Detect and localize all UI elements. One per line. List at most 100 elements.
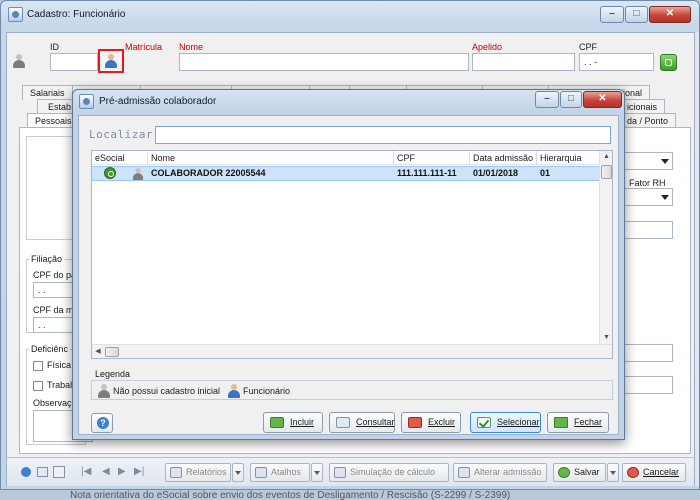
edit-icon <box>458 467 470 478</box>
col-separator[interactable] <box>147 151 148 165</box>
col-esocial[interactable]: eSocial <box>95 151 125 165</box>
simulacao-button[interactable]: Simulação de cálculo <box>329 463 449 482</box>
tab-adicionais[interactable]: icionais <box>619 99 666 114</box>
close-button[interactable]: ✕ <box>649 6 691 23</box>
dialog-body: Localizar eSocial Nome CPF Data admissão… <box>78 115 619 435</box>
salvar-dropdown[interactable] <box>607 463 619 482</box>
dialog-maximize-button[interactable]: □ <box>560 91 582 108</box>
cancelar-button[interactable]: Cancelar <box>622 463 686 482</box>
grid-horizontal-scrollbar[interactable]: ◀ <box>92 344 612 358</box>
dialog-close-button[interactable]: ✕ <box>583 91 622 108</box>
pre-admissao-dialog: Pré-admissão colaborador – □ ✕ Localizar… <box>72 89 625 440</box>
col-separator[interactable] <box>536 151 537 165</box>
id-input[interactable] <box>50 53 98 71</box>
tab-jornada-ponto[interactable]: da / Ponto <box>619 113 677 128</box>
atalhos-dropdown[interactable] <box>311 463 323 482</box>
matricula-label: Matrícula <box>125 42 163 52</box>
legend-sem-cadastro-label: Não possui cadastro inicial <box>113 386 221 396</box>
row-hierarquia: 01 <box>540 168 551 178</box>
grid-header: eSocial Nome CPF Data admissão Hierarqui… <box>92 151 599 165</box>
legend-funcionario-label: Funcionário <box>243 386 291 396</box>
hscroll-thumb[interactable] <box>105 347 119 357</box>
salvar-button[interactable]: Salvar <box>553 463 606 482</box>
nome-label: Nome <box>179 42 204 52</box>
view-icon <box>336 417 350 428</box>
selecionar-button[interactable]: Selecionar <box>470 412 541 433</box>
exit-icon <box>554 417 568 428</box>
col-data-admissao[interactable]: Data admissão <box>473 151 533 165</box>
col-nome[interactable]: Nome <box>151 151 175 165</box>
col-hierarquia[interactable]: Hierarquia <box>540 151 582 165</box>
col-separator[interactable] <box>393 151 394 165</box>
next-record-icon[interactable]: ▶ <box>118 466 126 477</box>
right-field-5[interactable] <box>623 376 673 394</box>
add-icon <box>270 417 284 428</box>
dialog-icon <box>79 94 94 109</box>
funcionario-legend-icon <box>228 384 240 398</box>
fechar-button[interactable]: Fechar <box>547 412 609 433</box>
fisica-label: Física <box>47 360 72 370</box>
incluir-button[interactable]: Incluir <box>263 412 323 433</box>
cancel-icon <box>627 467 639 478</box>
legenda-title: Legenda <box>95 369 131 379</box>
window-title: Cadastro: Funcionário <box>27 9 126 20</box>
colaboradores-grid: eSocial Nome CPF Data admissão Hierarqui… <box>91 150 613 359</box>
deficiencia-title: Deficiênc <box>29 344 71 354</box>
fator-rh-combo[interactable] <box>623 188 673 206</box>
scroll-thumb[interactable] <box>601 165 612 179</box>
footer-note[interactable]: Nota orientativa do eSocial sobre envio … <box>70 490 700 500</box>
fator-rh-label: Fator RH <box>629 178 666 188</box>
check-icon <box>477 417 491 428</box>
localizar-label: Localizar <box>89 128 154 141</box>
row-data-admissao: 01/01/2018 <box>473 168 519 178</box>
table-row[interactable]: COLABORADOR 22005544 111.111.111-11 01/0… <box>92 166 599 181</box>
gear-icon <box>255 467 267 478</box>
minimize-button[interactable]: – <box>600 6 624 23</box>
esocial-status-icon <box>104 167 116 179</box>
report-icon <box>170 467 182 478</box>
consultar-button[interactable]: Consultar <box>329 412 395 433</box>
apelido-input[interactable] <box>472 53 575 71</box>
previous-record-icon[interactable]: ◀ <box>102 466 110 477</box>
cpf-label: CPF <box>579 42 597 52</box>
scroll-left-icon[interactable]: ◀ <box>94 347 102 355</box>
localizar-input[interactable] <box>155 126 611 144</box>
fisica-checkbox[interactable] <box>33 361 43 371</box>
calculator-icon <box>334 467 346 478</box>
dialog-help-button[interactable] <box>91 413 113 433</box>
bottom-toolbar: |◀ ◀ ▶ ▶| Relatórios Atalhos Simulação d… <box>7 457 694 486</box>
dialog-minimize-button[interactable]: – <box>535 91 559 108</box>
tabs-row-2-right: icionais <box>619 99 666 114</box>
last-record-icon[interactable]: ▶| <box>134 466 144 477</box>
first-record-icon[interactable]: |◀ <box>81 466 91 477</box>
right-combo-1[interactable] <box>623 152 673 170</box>
tab-salariais[interactable]: Salariais <box>22 85 73 100</box>
scroll-down-icon[interactable]: ▼ <box>600 334 613 341</box>
lookup-button[interactable] <box>98 49 124 73</box>
right-field-3[interactable] <box>623 221 673 239</box>
maximize-button[interactable]: □ <box>625 6 648 23</box>
atalhos-button[interactable]: Atalhos <box>250 463 310 482</box>
nome-input[interactable] <box>179 53 469 71</box>
app-icon <box>8 7 23 22</box>
relatorios-dropdown[interactable] <box>232 463 244 482</box>
col-separator[interactable] <box>469 151 470 165</box>
relatorios-button[interactable]: Relatórios <box>165 463 231 482</box>
trabalho-checkbox[interactable] <box>33 381 43 391</box>
confirm-cpf-button[interactable] <box>660 54 677 71</box>
right-field-4[interactable] <box>623 344 673 362</box>
legend-box: Não possui cadastro inicial Funcionário <box>91 380 613 400</box>
cpf-pai-label: CPF do pa <box>33 270 77 280</box>
scroll-up-icon[interactable]: ▲ <box>600 153 613 160</box>
grid-vertical-scrollbar[interactable]: ▲ ▼ <box>599 151 612 344</box>
col-cpf[interactable]: CPF <box>397 151 415 165</box>
sem-cadastro-legend-icon <box>98 384 110 398</box>
help-icon[interactable] <box>21 467 31 477</box>
cpf-input[interactable]: . . - <box>579 53 654 71</box>
copy-icon[interactable] <box>37 467 48 477</box>
alterar-admissao-button[interactable]: Alterar admissão <box>453 463 547 482</box>
delete-icon <box>408 417 422 428</box>
tabs-row-3-left: Pessoais <box>27 113 80 128</box>
excluir-button[interactable]: Excluir <box>401 412 461 433</box>
grid-icon[interactable] <box>53 466 65 478</box>
